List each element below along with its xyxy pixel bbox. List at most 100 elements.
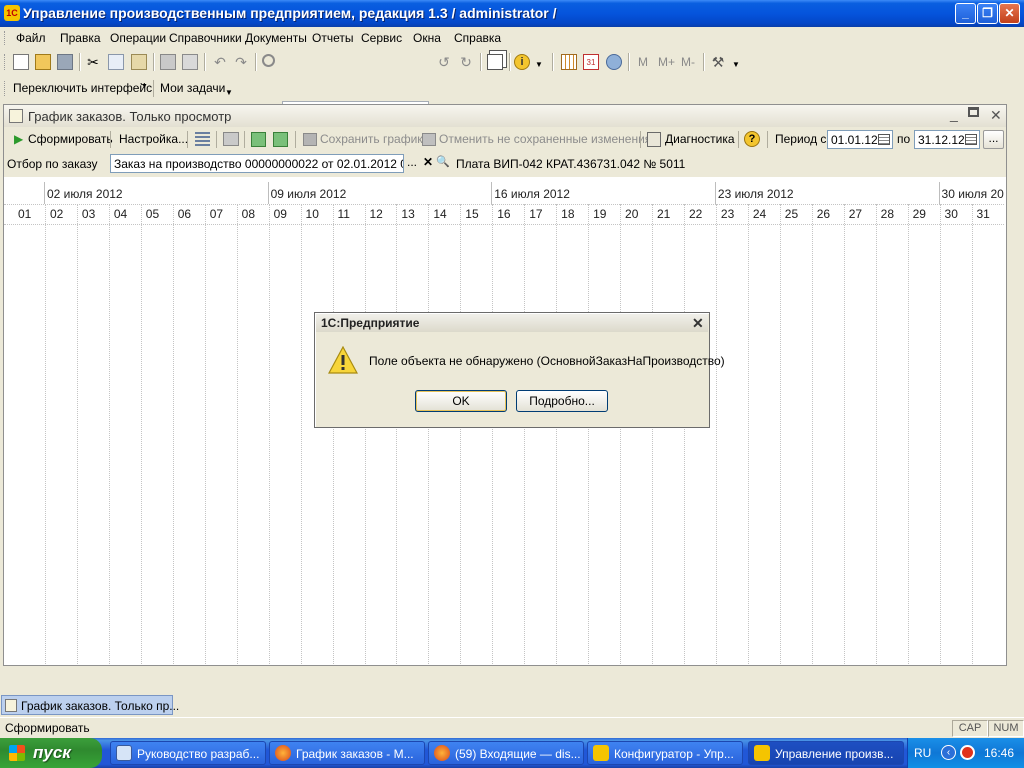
my-tasks-button[interactable]: Мои задачи <box>160 81 225 95</box>
toolbar-separator <box>628 53 630 71</box>
taskbar-item[interactable]: Конфигуратор - Упр... <box>587 741 743 765</box>
toolbar-separator <box>255 53 257 71</box>
dialog-title: 1С:Предприятие <box>321 316 420 330</box>
status-text: Сформировать <box>5 721 90 735</box>
day-label: 04 <box>113 207 128 221</box>
collapse-icon[interactable] <box>273 132 288 147</box>
generate-button[interactable]: Сформировать <box>28 132 113 146</box>
firefox-icon <box>275 745 291 761</box>
redo-icon[interactable]: ↷ <box>233 54 249 70</box>
search-icon[interactable] <box>262 54 275 67</box>
menu-file[interactable]: Файл <box>16 31 46 45</box>
tools-icon[interactable]: ⚒ <box>710 54 726 70</box>
save-chart-button[interactable]: Сохранить график <box>320 132 423 146</box>
windows-icon[interactable] <box>487 54 503 70</box>
calculator-icon[interactable] <box>561 54 577 70</box>
calendar-icon[interactable]: 31 <box>583 54 599 70</box>
chevron-left-icon[interactable]: ‹ <box>941 745 956 760</box>
taskbar-item[interactable]: (59) Входящие — dis... <box>428 741 584 765</box>
memory-subtract-button[interactable]: M- <box>681 55 695 69</box>
day-label: 28 <box>880 207 894 221</box>
calendar-icon[interactable] <box>965 134 977 145</box>
filter-list-icon[interactable] <box>195 132 210 147</box>
restore-button[interactable]: ❐ <box>977 3 998 24</box>
cancel-changes-button[interactable]: Отменить не сохраненные изменения <box>439 132 651 146</box>
expand-icon[interactable] <box>251 132 266 147</box>
open-folder-icon[interactable] <box>35 54 51 70</box>
day-label: 01 <box>18 207 32 221</box>
taskbar-item-label: График заказов - M... <box>296 747 414 761</box>
menu-service[interactable]: Сервис <box>361 31 402 45</box>
cancel-changes-icon <box>422 133 436 146</box>
doc-maximize-button[interactable] <box>968 107 979 117</box>
info-icon[interactable]: i <box>514 54 530 70</box>
cut-icon[interactable]: ✂ <box>85 54 101 70</box>
clock[interactable]: 16:46 <box>984 746 1014 760</box>
calendar-icon[interactable] <box>878 134 890 145</box>
week-divider <box>491 182 493 204</box>
interface-toolbar: Переключить интерфейс ▼ Мои задачи ▼ <box>0 77 1024 100</box>
settings-button[interactable]: Настройка... <box>119 132 188 146</box>
copy-icon[interactable] <box>108 54 124 70</box>
ok-button[interactable]: OK <box>415 390 507 412</box>
menu-operations[interactable]: Операции <box>110 31 166 45</box>
details-button[interactable]: Подробно... <box>516 390 608 412</box>
chevron-down-icon[interactable]: ▼ <box>535 60 543 69</box>
diagnostics-button[interactable]: Диагностика <box>665 132 735 146</box>
new-document-icon[interactable] <box>13 54 29 70</box>
print-icon[interactable] <box>160 54 176 70</box>
menu-help[interactable]: Справка <box>454 31 501 45</box>
filter-select-button[interactable]: ... <box>404 154 420 173</box>
chevron-down-icon[interactable]: ▼ <box>225 88 233 97</box>
menu-documents[interactable]: Документы <box>245 31 307 45</box>
chevron-down-icon[interactable]: ▼ <box>141 83 148 90</box>
day-column-line <box>939 204 941 664</box>
dialog-close-button[interactable]: ✕ <box>692 315 704 332</box>
play-icon: ▶ <box>14 132 24 146</box>
doc-minimize-button[interactable]: _ <box>950 106 958 122</box>
windows-logo-icon <box>9 745 25 761</box>
undo-icon[interactable]: ↶ <box>212 54 228 70</box>
memory-button[interactable]: M <box>638 55 648 69</box>
order-filter-field[interactable]: Заказ на производство 00000000022 от 02.… <box>110 154 404 173</box>
tab-order-chart[interactable]: График заказов. Только пр... <box>1 695 179 715</box>
filter-search-icon[interactable]: 🔍 <box>435 154 451 173</box>
paste-icon[interactable] <box>131 54 147 70</box>
taskbar-item[interactable]: График заказов - M... <box>269 741 425 765</box>
save-icon[interactable] <box>57 54 73 70</box>
help-icon[interactable]: ? <box>744 131 760 147</box>
toolbar-separator <box>153 80 154 97</box>
print-preview-icon[interactable] <box>182 54 198 70</box>
memory-add-button[interactable]: M+ <box>658 55 675 69</box>
close-button[interactable]: ✕ <box>999 3 1020 24</box>
period-from-field[interactable]: 01.01.12 <box>827 130 893 149</box>
menu-windows[interactable]: Окна <box>413 31 441 45</box>
print-icon[interactable] <box>223 132 239 146</box>
period-select-button[interactable]: ... <box>983 130 1004 149</box>
minimize-button[interactable]: _ <box>955 3 976 24</box>
menu-reports[interactable]: Отчеты <box>312 31 353 45</box>
menu-edit[interactable]: Правка <box>60 31 101 45</box>
users-icon[interactable] <box>606 54 622 70</box>
taskbar-item[interactable]: Руководство разраб... <box>110 741 266 765</box>
week-divider <box>267 182 269 204</box>
document-toolbar: ▶ Сформировать Настройка... Сохранить гр… <box>4 127 1006 153</box>
window-icon <box>116 745 132 761</box>
day-label: 20 <box>625 207 639 221</box>
find-next-icon[interactable]: ↻ <box>458 54 474 70</box>
start-button[interactable]: пуск <box>0 738 102 768</box>
menu-grip-icon <box>4 31 8 45</box>
find-previous-icon[interactable]: ↺ <box>436 54 452 70</box>
filter-clear-button[interactable]: ✕ <box>420 154 436 173</box>
day-column-line <box>907 204 909 664</box>
day-column-line <box>428 204 430 664</box>
opera-icon[interactable] <box>960 745 975 760</box>
menu-catalogs[interactable]: Справочники <box>169 31 242 45</box>
doc-close-button[interactable]: ✕ <box>990 107 1002 124</box>
language-indicator[interactable]: RU <box>914 746 931 760</box>
chevron-down-icon[interactable]: ▼ <box>732 60 740 69</box>
taskbar-item-active[interactable]: Управление произв... <box>748 741 904 765</box>
switch-interface-button[interactable]: Переключить интерфейс <box>13 81 152 95</box>
day-column-line <box>204 204 206 664</box>
period-to-field[interactable]: 31.12.12 <box>914 130 980 149</box>
